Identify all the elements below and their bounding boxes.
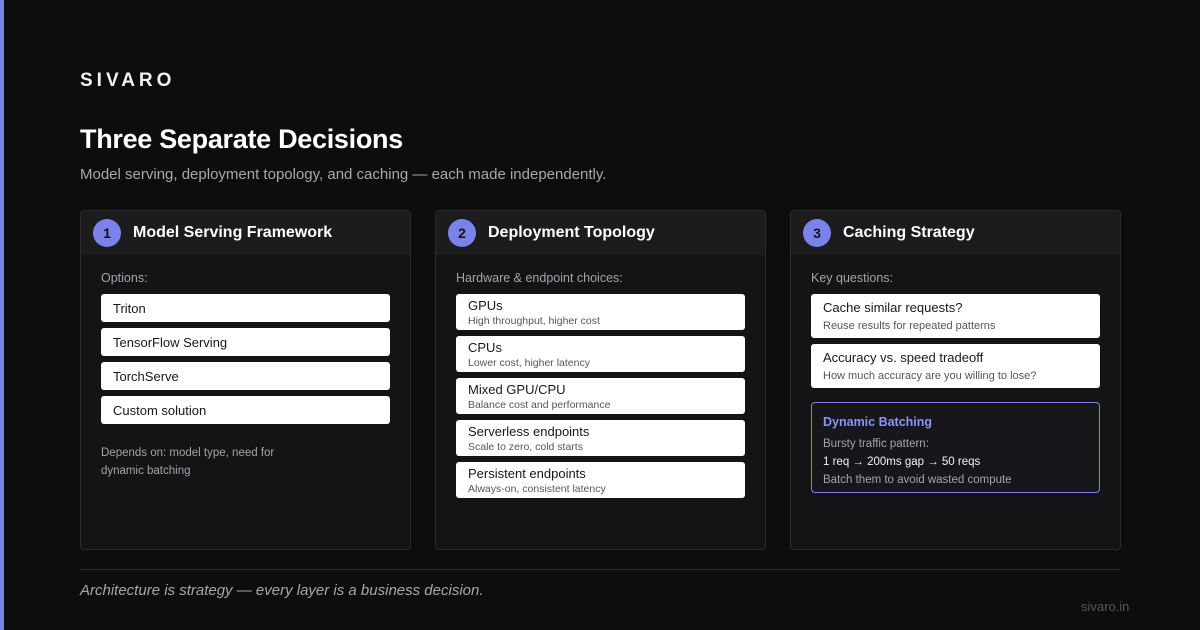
- hardware-item: CPUs Lower cost, higher latency: [456, 336, 745, 372]
- step-number-badge: 1: [93, 219, 121, 247]
- card-title: Deployment Topology: [488, 224, 655, 241]
- question-item: Accuracy vs. speed tradeoff How much acc…: [811, 344, 1100, 388]
- question-item: Cache similar requests? Reuse results fo…: [811, 294, 1100, 338]
- question-desc: Reuse results for repeated patterns: [823, 319, 996, 332]
- footer-divider: [80, 569, 1120, 570]
- hardware-desc: Always-on, consistent latency: [468, 482, 606, 495]
- card-deployment-topology: 2 Deployment Topology Hardware & endpoin…: [435, 210, 766, 550]
- hardware-name: Persistent endpoints: [468, 465, 586, 481]
- callout-line: Bursty traffic pattern:: [823, 438, 929, 450]
- hardware-name: GPUs: [468, 297, 503, 313]
- page-title: Three Separate Decisions: [80, 124, 403, 154]
- brand-logo: SIVARO: [80, 70, 176, 91]
- hardware-name: CPUs: [468, 339, 502, 355]
- callout-line: Batch them to avoid wasted compute: [823, 474, 1012, 486]
- hardware-item: Mixed GPU/CPU Balance cost and performan…: [456, 378, 745, 414]
- step-number-badge: 2: [448, 219, 476, 247]
- hardware-desc: High throughput, higher cost: [468, 314, 600, 327]
- question-title: Cache similar requests?: [823, 299, 963, 315]
- step-number-badge: 3: [803, 219, 831, 247]
- page-subtitle: Model serving, deployment topology, and …: [80, 166, 607, 183]
- card-lead: Hardware & endpoint choices:: [456, 271, 623, 285]
- option-item: TorchServe: [101, 362, 390, 390]
- option-item: Triton: [101, 294, 390, 322]
- hardware-desc: Balance cost and performance: [468, 398, 611, 411]
- accent-bar: [0, 0, 4, 630]
- card-lead: Options:: [101, 271, 148, 285]
- option-item: Custom solution: [101, 396, 390, 424]
- card-title: Model Serving Framework: [133, 224, 333, 241]
- card-note: Depends on: model type, need for dynamic…: [101, 447, 275, 477]
- hardware-item: Persistent endpoints Always-on, consiste…: [456, 462, 745, 498]
- card-lead: Key questions:: [811, 271, 893, 285]
- hardware-desc: Scale to zero, cold starts: [468, 440, 583, 453]
- hardware-name: Serverless endpoints: [468, 423, 590, 439]
- card-caching-strategy: 3 Caching Strategy Key questions: Cache …: [790, 210, 1121, 550]
- hardware-name: Mixed GPU/CPU: [468, 381, 566, 397]
- hardware-item: GPUs High throughput, higher cost: [456, 294, 745, 330]
- hardware-item: Serverless endpoints Scale to zero, cold…: [456, 420, 745, 456]
- option-item: TensorFlow Serving: [101, 328, 390, 356]
- dynamic-batching-callout: Dynamic Batching Bursty traffic pattern:…: [811, 402, 1100, 493]
- question-desc: How much accuracy are you willing to los…: [823, 369, 1037, 382]
- callout-title: Dynamic Batching: [823, 415, 933, 429]
- card-header: 2 Deployment Topology: [436, 211, 765, 255]
- callout-line: 1 req → 200ms gap → 50 reqs: [823, 456, 981, 468]
- card-header: 1 Model Serving Framework: [81, 211, 410, 255]
- footer-tagline: Architecture is strategy — every layer i…: [80, 582, 484, 599]
- site-url: sivaro.in: [1081, 599, 1130, 614]
- card-header: 3 Caching Strategy: [791, 211, 1120, 255]
- hardware-desc: Lower cost, higher latency: [468, 356, 590, 369]
- question-title: Accuracy vs. speed tradeoff: [823, 349, 984, 365]
- card-model-serving: 1 Model Serving Framework Options: Trito…: [80, 210, 411, 550]
- card-title: Caching Strategy: [843, 224, 975, 241]
